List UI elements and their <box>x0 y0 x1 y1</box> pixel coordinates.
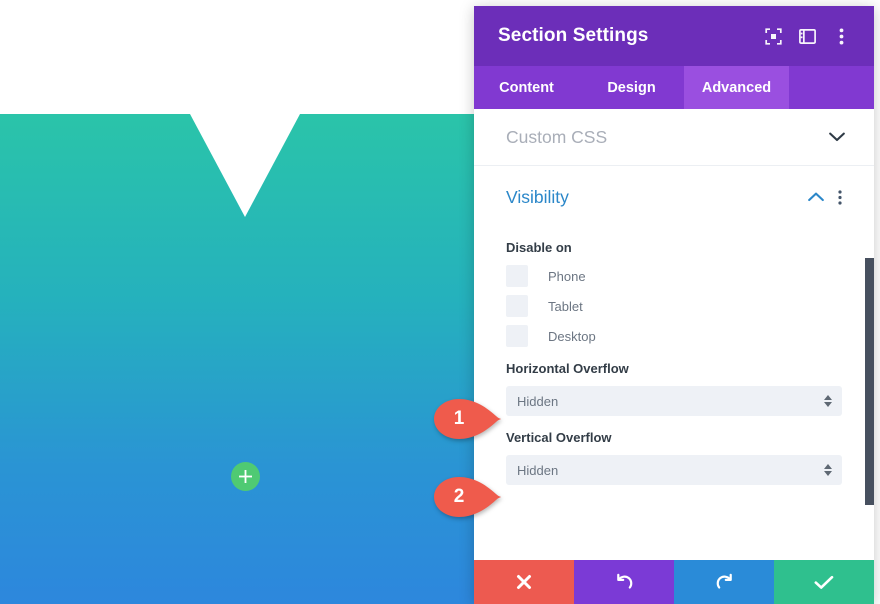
tab-content[interactable]: Content <box>474 66 579 109</box>
disable-on-label: Disable on <box>506 240 572 255</box>
visibility-label: Visibility <box>506 186 569 207</box>
checkbox-row-desktop[interactable]: Desktop <box>506 325 842 347</box>
section-settings-modal: Section Settings Content Design Advanced… <box>474 6 874 604</box>
visibility-fields: Disable on Phone Tablet Desktop Horizont… <box>474 228 874 485</box>
tab-advanced[interactable]: Advanced <box>684 66 789 109</box>
undo-button[interactable] <box>574 560 674 604</box>
phone-label: Phone <box>548 268 586 284</box>
stepper-arrows-icon <box>824 386 832 416</box>
hero-notch-shape <box>190 114 300 217</box>
checkbox-row-phone[interactable]: Phone <box>506 265 842 287</box>
horizontal-overflow-select[interactable]: Hidden <box>506 386 842 416</box>
modal-tab-bar: Content Design Advanced <box>474 66 874 109</box>
chevron-down-icon <box>826 132 848 142</box>
modal-header: Section Settings <box>474 6 874 66</box>
redo-button[interactable] <box>674 560 774 604</box>
redo-icon <box>716 573 732 589</box>
callout-pin-2: 2 <box>434 477 502 517</box>
stepper-arrows-icon <box>824 455 832 485</box>
horizontal-overflow-field: Horizontal Overflow Hidden <box>506 361 842 416</box>
vertical-overflow-label: Vertical Overflow <box>506 430 612 445</box>
horizontal-overflow-value: Hidden <box>517 393 559 409</box>
hero-section <box>0 114 490 604</box>
section-toggle-custom-css[interactable]: Custom CSS <box>474 109 874 166</box>
undo-icon <box>616 573 632 589</box>
modal-action-bar <box>474 560 874 604</box>
layout-panel-icon[interactable] <box>792 21 822 51</box>
horizontal-overflow-label: Horizontal Overflow <box>506 361 629 376</box>
focus-icon[interactable] <box>758 21 788 51</box>
tablet-checkbox[interactable] <box>506 295 528 317</box>
tablet-label: Tablet <box>548 298 583 314</box>
more-vertical-icon[interactable] <box>826 21 856 51</box>
checkmark-icon <box>814 575 834 589</box>
visibility-more-icon[interactable] <box>832 189 848 205</box>
phone-checkbox[interactable] <box>506 265 528 287</box>
custom-css-label: Custom CSS <box>506 126 608 147</box>
desktop-checkbox[interactable] <box>506 325 528 347</box>
vertical-overflow-select[interactable]: Hidden <box>506 455 842 485</box>
modal-scrollbar[interactable] <box>865 258 874 505</box>
callout-pin-1: 1 <box>434 399 502 439</box>
checkbox-row-tablet[interactable]: Tablet <box>506 295 842 317</box>
desktop-label: Desktop <box>548 328 596 344</box>
save-button[interactable] <box>774 560 874 604</box>
close-icon <box>517 575 531 589</box>
callout-pin-1-number: 1 <box>453 408 465 429</box>
modal-body: Custom CSS Visibility Disable on Phone T… <box>474 109 874 560</box>
cancel-button[interactable] <box>474 560 574 604</box>
chevron-up-icon <box>805 192 827 202</box>
callout-pin-2-number: 2 <box>453 486 465 507</box>
tab-design[interactable]: Design <box>579 66 684 109</box>
section-toggle-visibility[interactable]: Visibility <box>474 166 874 228</box>
add-section-button[interactable] <box>231 462 260 491</box>
vertical-overflow-value: Hidden <box>517 462 559 478</box>
modal-title: Section Settings <box>498 25 649 46</box>
vertical-overflow-field: Vertical Overflow Hidden <box>506 430 842 485</box>
